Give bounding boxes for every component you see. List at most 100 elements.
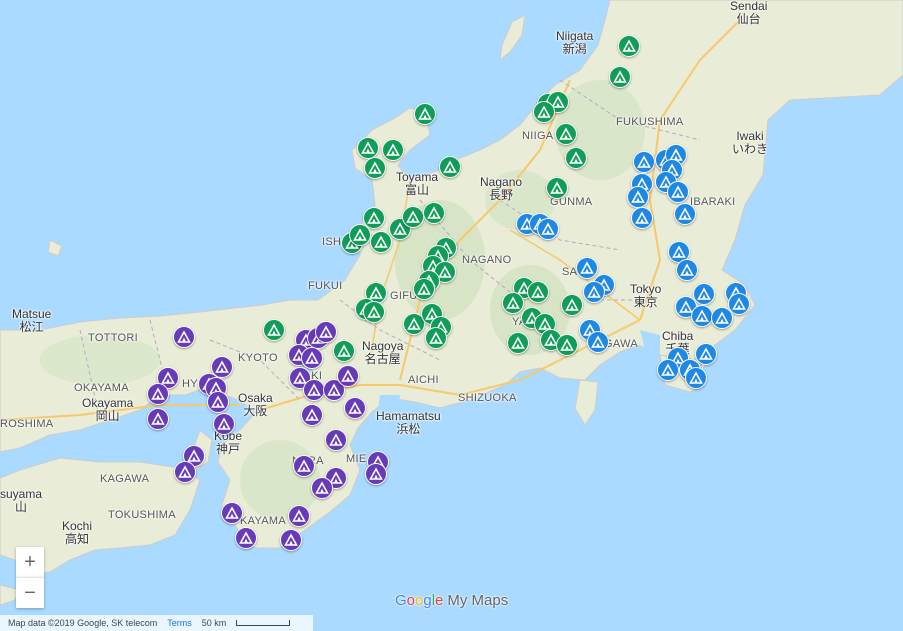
pref-label: FUKUI	[308, 280, 343, 292]
green-campsite-marker[interactable]	[555, 123, 577, 145]
city-label-nagano: Nagano 長野	[480, 175, 523, 202]
campground-icon	[215, 360, 229, 374]
zoom-in-button[interactable]: +	[16, 547, 44, 577]
green-campsite-marker[interactable]	[382, 139, 404, 161]
campground-icon	[151, 412, 165, 426]
pref-label: TOKUSHIMA	[108, 509, 176, 521]
scale-bar	[236, 620, 291, 626]
green-campsite-marker[interactable]	[363, 301, 385, 323]
green-campsite-marker[interactable]	[561, 294, 583, 316]
blue-campsite-marker[interactable]	[633, 151, 655, 173]
blue-campsite-marker[interactable]	[657, 359, 679, 381]
blue-campsite-marker[interactable]	[627, 186, 649, 208]
campground-icon	[319, 325, 333, 339]
green-campsite-marker[interactable]	[364, 157, 386, 179]
map-canvas[interactable]: Sendai 仙台 Niigata 新潟 Iwaki いわき Toyama 富山 Nag…	[0, 0, 903, 631]
blue-campsite-marker[interactable]	[691, 305, 713, 327]
campground-icon	[550, 181, 564, 195]
campground-icon	[631, 190, 645, 204]
blue-campsite-marker[interactable]	[583, 281, 605, 303]
campground-icon	[348, 401, 362, 415]
green-campsite-marker[interactable]	[527, 281, 549, 303]
green-campsite-marker[interactable]	[565, 147, 587, 169]
pref-label: KAGAWA	[100, 473, 150, 485]
city-label-nagoya: Nagoya 名古屋	[362, 339, 404, 366]
campground-icon	[427, 206, 441, 220]
green-campsite-marker[interactable]	[413, 278, 435, 300]
blue-campsite-marker[interactable]	[631, 207, 653, 229]
campground-icon	[297, 459, 311, 473]
green-campsite-marker[interactable]	[357, 137, 379, 159]
blue-campsite-marker[interactable]	[676, 259, 698, 281]
green-campsite-marker[interactable]	[425, 327, 447, 349]
campground-icon	[689, 371, 703, 385]
purple-campsite-marker[interactable]	[147, 383, 169, 405]
blue-campsite-marker[interactable]	[693, 283, 715, 305]
blue-campsite-marker[interactable]	[674, 203, 696, 225]
blue-campsite-marker[interactable]	[711, 307, 733, 329]
green-campsite-marker[interactable]	[533, 101, 555, 123]
purple-campsite-marker[interactable]	[293, 455, 315, 477]
pref-label: NIIGA	[522, 130, 554, 142]
green-campsite-marker[interactable]	[349, 224, 371, 246]
green-campsite-marker[interactable]	[556, 334, 578, 356]
purple-campsite-marker[interactable]	[288, 505, 310, 527]
purple-campsite-marker[interactable]	[173, 326, 195, 348]
zoom-out-button[interactable]: −	[16, 577, 44, 608]
google-my-maps-logo[interactable]: Google My Maps	[395, 592, 508, 609]
green-campsite-marker[interactable]	[333, 340, 355, 362]
purple-campsite-marker[interactable]	[207, 391, 229, 413]
green-campsite-marker[interactable]	[439, 156, 461, 178]
purple-campsite-marker[interactable]	[301, 347, 323, 369]
blue-campsite-marker[interactable]	[667, 181, 689, 203]
campground-icon	[284, 533, 298, 547]
green-campsite-marker[interactable]	[423, 202, 445, 224]
campground-icon	[307, 383, 321, 397]
purple-campsite-marker[interactable]	[235, 527, 257, 549]
green-campsite-marker[interactable]	[507, 332, 529, 354]
campground-icon	[661, 363, 675, 377]
pref-label: SHIZUOKA	[458, 392, 517, 404]
green-campsite-marker[interactable]	[609, 66, 631, 88]
green-campsite-marker[interactable]	[402, 206, 424, 228]
pref-label: MIE	[346, 453, 367, 465]
blue-campsite-marker[interactable]	[537, 218, 559, 240]
purple-campsite-marker[interactable]	[221, 502, 243, 524]
green-campsite-marker[interactable]	[370, 231, 392, 253]
pref-label: GAWA	[604, 338, 638, 350]
campground-icon	[541, 222, 555, 236]
purple-campsite-marker[interactable]	[365, 463, 387, 485]
terms-link[interactable]: Terms	[167, 618, 192, 628]
green-campsite-marker[interactable]	[414, 103, 436, 125]
purple-campsite-marker[interactable]	[213, 413, 235, 435]
purple-campsite-marker[interactable]	[280, 529, 302, 551]
purple-campsite-marker[interactable]	[174, 461, 196, 483]
campground-icon	[367, 305, 381, 319]
attribution-text: Map data ©2019 Google, SK telecom	[8, 618, 158, 628]
purple-campsite-marker[interactable]	[337, 365, 359, 387]
blue-campsite-marker[interactable]	[587, 331, 609, 353]
purple-campsite-marker[interactable]	[301, 404, 323, 426]
purple-campsite-marker[interactable]	[147, 408, 169, 430]
green-campsite-marker[interactable]	[502, 292, 524, 314]
campground-icon	[367, 211, 381, 225]
green-campsite-marker[interactable]	[546, 177, 568, 199]
purple-campsite-marker[interactable]	[311, 477, 333, 499]
purple-campsite-marker[interactable]	[315, 321, 337, 343]
green-campsite-marker[interactable]	[618, 35, 640, 57]
blue-campsite-marker[interactable]	[685, 367, 707, 389]
blue-campsite-marker[interactable]	[695, 343, 717, 365]
blue-campsite-marker[interactable]	[576, 257, 598, 279]
campground-icon	[672, 245, 686, 259]
green-campsite-marker[interactable]	[263, 319, 285, 341]
campground-icon	[678, 207, 692, 221]
purple-campsite-marker[interactable]	[303, 379, 325, 401]
campground-icon	[565, 298, 579, 312]
campground-icon	[531, 285, 545, 299]
campground-icon	[374, 235, 388, 249]
campground-icon	[438, 265, 452, 279]
campground-icon	[613, 70, 627, 84]
purple-campsite-marker[interactable]	[325, 429, 347, 451]
campground-icon	[417, 282, 431, 296]
purple-campsite-marker[interactable]	[344, 397, 366, 419]
